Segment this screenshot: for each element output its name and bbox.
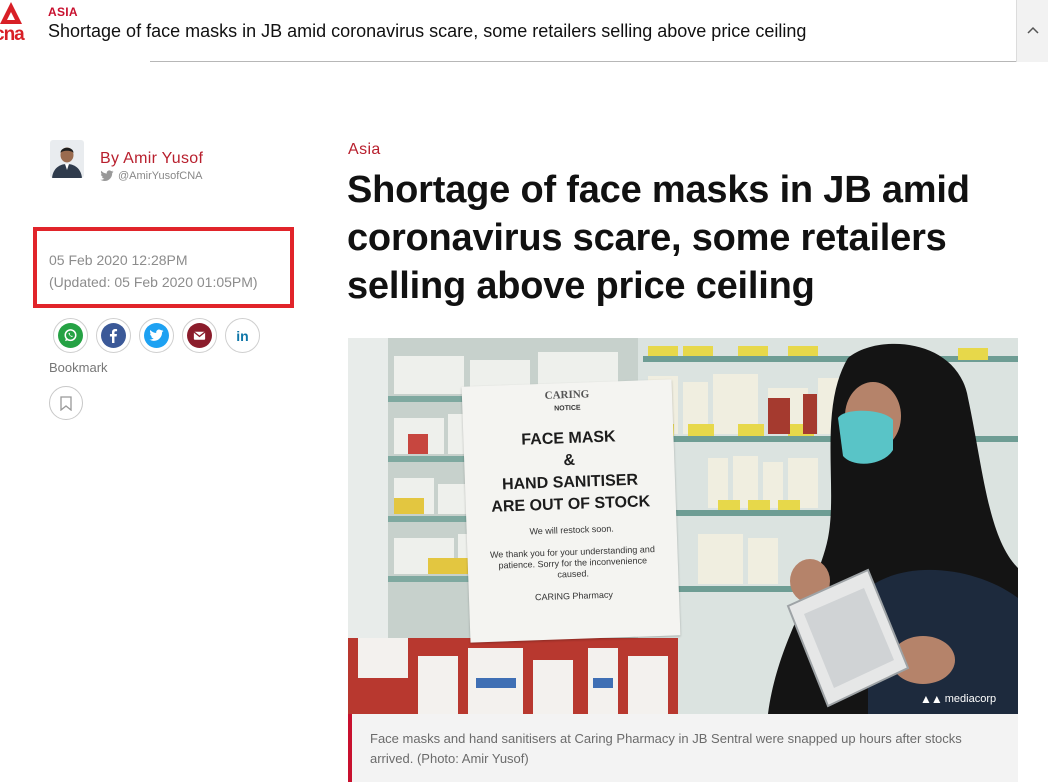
chevron-up-icon [1026,26,1039,34]
article-hero-image[interactable]: CARING NOTICE FACE MASK & HAND SANITISER… [348,338,1018,714]
author-twitter-handle[interactable]: @AmirYusofCNA [100,170,203,182]
share-buttons: in [53,318,260,353]
bookmark-label: Bookmark [49,360,108,375]
whatsapp-icon [64,329,77,342]
pharmacy-photo [348,338,1018,714]
logo-triangle [0,2,22,24]
image-caption-box: Face masks and hand sanitisers at Caring… [348,714,1018,782]
article-category[interactable]: Asia [348,141,381,159]
caption-accent-bar [348,714,352,782]
author-block: By Amir Yusof @AmirYusofCNA [50,140,290,184]
cna-logo[interactable]: cna [0,2,28,46]
share-email-button[interactable] [182,318,217,353]
notice-sign: CARING Pharmacy [534,589,614,603]
author-avatar[interactable] [50,140,84,178]
author-handle-text: @AmirYusofCNA [118,170,203,182]
notice-restock: We will restock soon. [529,523,614,537]
facebook-icon [109,328,118,343]
share-whatsapp-button[interactable] [53,318,88,353]
whatsapp-badge [58,323,83,348]
share-facebook-button[interactable] [96,318,131,353]
author-name-link[interactable]: By Amir Yusof [100,150,203,168]
share-twitter-button[interactable] [139,318,174,353]
updated-date: (Updated: 05 Feb 2020 01:05PM) [49,274,258,290]
article-headline: Shortage of face masks in JB amid corona… [347,169,970,307]
logo-wordmark: cna [0,24,25,45]
watermark-text: mediacorp [944,693,997,705]
bookmark-icon [60,395,72,411]
header-divider [150,61,1016,62]
twitter-badge [144,323,169,348]
mediacorp-logo-icon: ▲▲ [920,692,943,706]
linkedin-icon: in [236,327,249,344]
out-of-stock-notice: CARING NOTICE FACE MASK & HAND SANITISER… [461,379,681,643]
sticky-header: cna ASIA Shortage of face masks in JB am… [0,0,1048,62]
bookmark-button[interactable] [49,386,83,420]
envelope-icon [193,331,206,340]
mediacorp-watermark: ▲▲ mediacorp [920,692,996,706]
share-linkedin-button[interactable]: in [225,318,260,353]
facebook-badge [101,323,126,348]
header-category[interactable]: ASIA [48,5,78,19]
twitter-icon [149,329,164,341]
image-caption: Face masks and hand sanitisers at Caring… [370,731,962,766]
header-article-title: Shortage of face masks in JB amid corona… [48,21,807,41]
email-badge [187,323,212,348]
collapse-header-button[interactable] [1016,0,1048,62]
twitter-icon [100,170,114,181]
notice-thanks: We thank you for your understanding and … [489,544,656,580]
published-date: 05 Feb 2020 12:28PM [49,252,188,268]
